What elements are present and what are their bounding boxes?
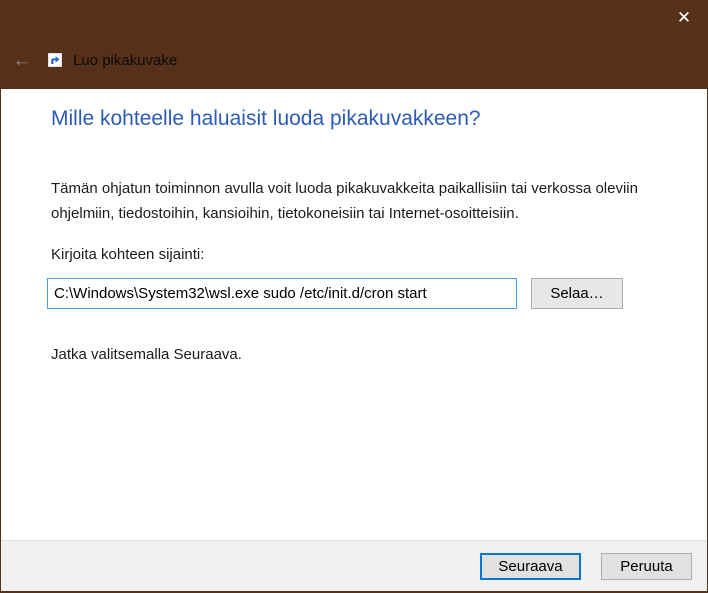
- shortcut-icon: [48, 53, 62, 67]
- location-label: Kirjoita kohteen sijainti:: [51, 246, 204, 263]
- browse-button[interactable]: Selaa…: [531, 278, 623, 309]
- page-title: Mille kohteelle haluaisit luoda pikakuva…: [51, 107, 481, 131]
- footer-bar: Seuraava Peruuta: [1, 540, 707, 591]
- cancel-button[interactable]: Peruuta: [601, 553, 692, 580]
- create-shortcut-wizard-window: ✕ ← Luo pikakuvake Mille kohteelle halua…: [0, 0, 708, 593]
- back-button[interactable]: ←: [9, 51, 35, 70]
- titlebar: ✕ ← Luo pikakuvake: [1, 1, 707, 89]
- location-row: Selaa…: [47, 278, 623, 309]
- continue-hint: Jatka valitsemalla Seuraava.: [51, 346, 242, 363]
- description-text: Tämän ohjatun toiminnon avulla voit luod…: [51, 176, 685, 226]
- wizard-page: Mille kohteelle haluaisit luoda pikakuva…: [1, 90, 707, 540]
- back-arrow-icon: ←: [13, 50, 32, 71]
- next-button[interactable]: Seuraava: [480, 553, 581, 580]
- close-icon: ✕: [677, 8, 691, 28]
- wizard-header: ← Luo pikakuvake: [1, 47, 707, 73]
- close-button[interactable]: ✕: [661, 1, 707, 35]
- window-title: Luo pikakuvake: [73, 52, 177, 69]
- location-input[interactable]: [47, 278, 517, 309]
